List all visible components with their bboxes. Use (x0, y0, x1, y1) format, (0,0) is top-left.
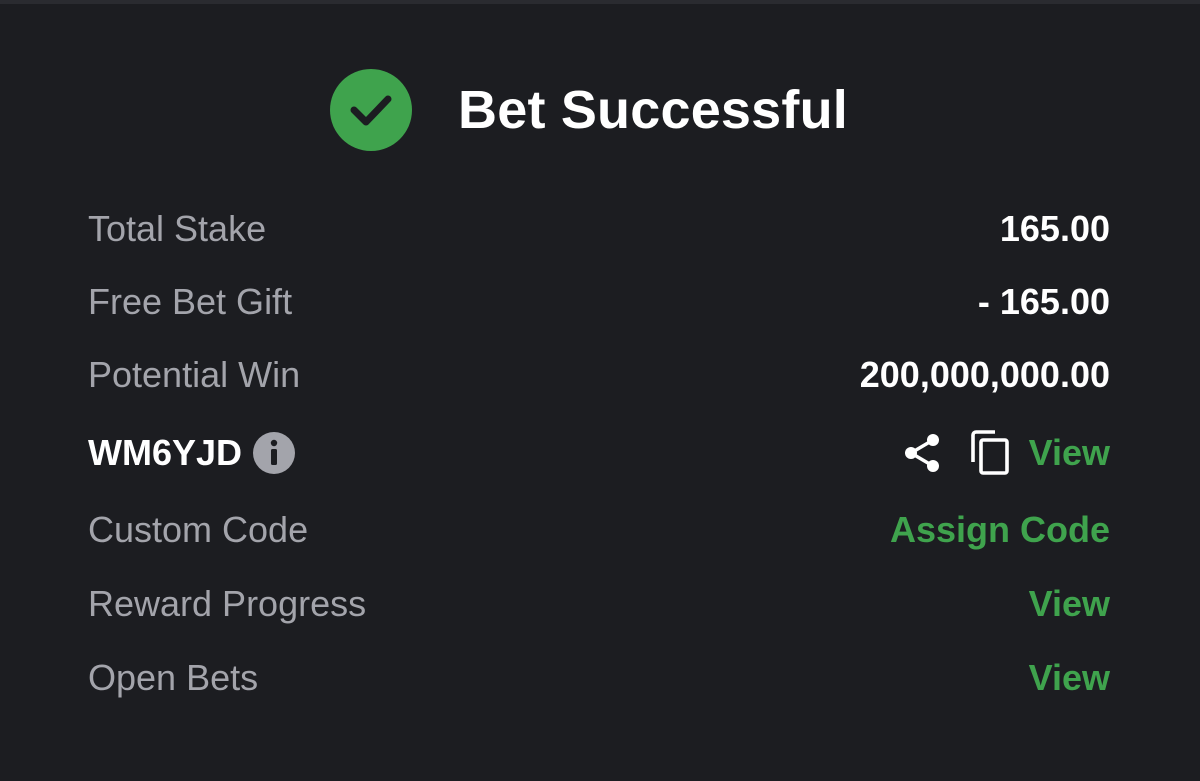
total-stake-label: Total Stake (88, 208, 267, 249)
booking-code-group: WM6YJD (88, 431, 296, 475)
booking-actions: View (901, 430, 1110, 476)
bet-success-header: Bet Successful (0, 69, 1200, 151)
free-bet-gift-value: - 165.00 (977, 281, 1110, 322)
reward-progress-row: Reward Progress View (88, 580, 1110, 628)
bet-confirmation-panel: Bet Successful Total Stake 165.00 Free B… (0, 0, 1200, 781)
free-bet-gift-row: Free Bet Gift - 165.00 (88, 278, 1110, 326)
booking-code-row: WM6YJD View (88, 429, 1110, 477)
custom-code-label: Custom Code (88, 509, 309, 550)
copy-icon[interactable] (969, 430, 1011, 476)
view-reward-progress-link[interactable]: View (1029, 583, 1110, 625)
open-bets-label: Open Bets (88, 657, 259, 698)
info-icon[interactable] (252, 431, 296, 475)
potential-win-value: 200,000,000.00 (859, 354, 1110, 395)
check-circle-icon (330, 69, 413, 151)
total-stake-value: 165.00 (999, 208, 1110, 249)
potential-win-label: Potential Win (88, 354, 301, 395)
reward-progress-label: Reward Progress (88, 583, 367, 624)
top-divider (0, 0, 1200, 4)
potential-win-row: Potential Win 200,000,000.00 (88, 351, 1110, 399)
assign-code-link[interactable]: Assign Code (890, 509, 1110, 551)
booking-code: WM6YJD (88, 432, 243, 473)
view-booking-link[interactable]: View (1029, 432, 1110, 474)
custom-code-row: Custom Code Assign Code (88, 506, 1110, 554)
page-title: Bet Successful (458, 80, 848, 140)
view-open-bets-link[interactable]: View (1029, 657, 1110, 699)
share-icon[interactable] (901, 431, 945, 475)
total-stake-row: Total Stake 165.00 (88, 205, 1110, 253)
open-bets-row: Open Bets View (88, 654, 1110, 702)
free-bet-gift-label: Free Bet Gift (88, 281, 293, 322)
